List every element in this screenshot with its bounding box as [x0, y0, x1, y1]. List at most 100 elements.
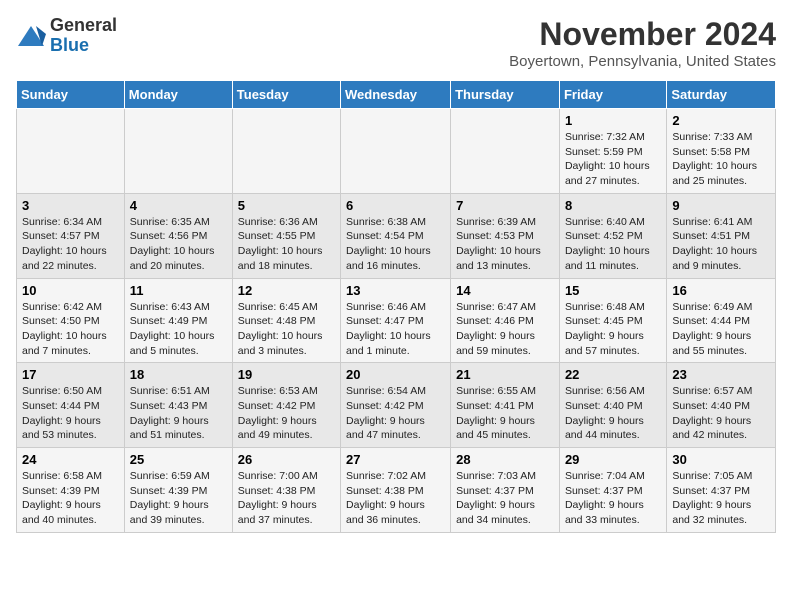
day-info: Sunrise: 6:45 AM Sunset: 4:48 PM Dayligh…: [238, 300, 335, 359]
day-number: 23: [672, 367, 770, 382]
header-row: Sunday Monday Tuesday Wednesday Thursday…: [17, 81, 776, 109]
day-info: Sunrise: 7:05 AM Sunset: 4:37 PM Dayligh…: [672, 469, 770, 528]
calendar-cell: 7Sunrise: 6:39 AM Sunset: 4:53 PM Daylig…: [451, 193, 560, 278]
day-number: 11: [130, 283, 227, 298]
day-info: Sunrise: 6:41 AM Sunset: 4:51 PM Dayligh…: [672, 215, 770, 274]
day-number: 28: [456, 452, 554, 467]
day-info: Sunrise: 7:00 AM Sunset: 4:38 PM Dayligh…: [238, 469, 335, 528]
day-number: 21: [456, 367, 554, 382]
calendar-cell: [17, 109, 125, 194]
day-number: 22: [565, 367, 661, 382]
col-friday: Friday: [559, 81, 666, 109]
calendar-cell: 25Sunrise: 6:59 AM Sunset: 4:39 PM Dayli…: [124, 448, 232, 533]
calendar-header: Sunday Monday Tuesday Wednesday Thursday…: [17, 81, 776, 109]
day-number: 7: [456, 198, 554, 213]
calendar-cell: 27 Sunrise: 7:02 AM Sunset: 4:38 PM Dayli…: [341, 448, 451, 533]
col-saturday: Saturday: [667, 81, 776, 109]
day-number: 8: [565, 198, 661, 213]
day-info: Sunrise: 6:55 AM Sunset: 4:41 PM Dayligh…: [456, 384, 554, 443]
day-number: 18: [130, 367, 227, 382]
calendar-cell: 15Sunrise: 6:48 AM Sunset: 4:45 PM Dayli…: [559, 278, 666, 363]
day-info: Sunrise: 7:04 AM Sunset: 4:37 PM Dayligh…: [565, 469, 661, 528]
calendar-cell: 14 Sunrise: 6:47 AM Sunset: 4:46 PM Dayli…: [451, 278, 560, 363]
calendar-cell: 19 Sunrise: 6:53 AM Sunset: 4:42 PM Dayli…: [232, 363, 340, 448]
calendar-cell: 29 Sunrise: 7:04 AM Sunset: 4:37 PM Dayli…: [559, 448, 666, 533]
day-number: 3: [22, 198, 119, 213]
calendar-cell: 21 Sunrise: 6:55 AM Sunset: 4:41 PM Dayli…: [451, 363, 560, 448]
day-info: Sunrise: 6:49 AM Sunset: 4:44 PM Dayligh…: [672, 300, 770, 359]
calendar-cell: 8Sunrise: 6:40 AM Sunset: 4:52 PM Daylig…: [559, 193, 666, 278]
col-sunday: Sunday: [17, 81, 125, 109]
day-number: 13: [346, 283, 445, 298]
calendar-cell: 18 Sunrise: 6:51 AM Sunset: 4:43 PM Dayli…: [124, 363, 232, 448]
day-info: Sunrise: 6:54 AM Sunset: 4:42 PM Dayligh…: [346, 384, 445, 443]
calendar-week-row: 24Sunrise: 6:58 AM Sunset: 4:39 PM Dayli…: [17, 448, 776, 533]
day-number: 25: [130, 452, 227, 467]
day-info: Sunrise: 6:46 AM Sunset: 4:47 PM Dayligh…: [346, 300, 445, 359]
day-number: 14: [456, 283, 554, 298]
day-info: Sunrise: 6:47 AM Sunset: 4:46 PM Dayligh…: [456, 300, 554, 359]
day-number: 29: [565, 452, 661, 467]
title-area: November 2024 Boyertown, Pennsylvania, U…: [509, 16, 776, 70]
day-info: Sunrise: 7:03 AM Sunset: 4:37 PM Dayligh…: [456, 469, 554, 528]
day-number: 12: [238, 283, 335, 298]
calendar-body: 1Sunrise: 7:32 AM Sunset: 5:59 PM Daylig…: [17, 109, 776, 533]
day-info: Sunrise: 7:33 AM Sunset: 5:58 PM Dayligh…: [672, 130, 770, 189]
day-info: Sunrise: 6:51 AM Sunset: 4:43 PM Dayligh…: [130, 384, 227, 443]
calendar-cell: 20 Sunrise: 6:54 AM Sunset: 4:42 PM Dayli…: [341, 363, 451, 448]
calendar-cell: 6 Sunrise: 6:38 AM Sunset: 4:54 PM Daylig…: [341, 193, 451, 278]
day-number: 20: [346, 367, 445, 382]
day-number: 27: [346, 452, 445, 467]
calendar-cell: [451, 109, 560, 194]
main-title: November 2024: [509, 16, 776, 53]
day-number: 24: [22, 452, 119, 467]
col-thursday: Thursday: [451, 81, 560, 109]
day-info: Sunrise: 6:35 AM Sunset: 4:56 PM Dayligh…: [130, 215, 227, 274]
calendar-table: Sunday Monday Tuesday Wednesday Thursday…: [16, 80, 776, 533]
day-info: Sunrise: 6:42 AM Sunset: 4:50 PM Dayligh…: [22, 300, 119, 359]
calendar-cell: 2 Sunrise: 7:33 AM Sunset: 5:58 PM Daylig…: [667, 109, 776, 194]
col-wednesday: Wednesday: [341, 81, 451, 109]
day-info: Sunrise: 6:43 AM Sunset: 4:49 PM Dayligh…: [130, 300, 227, 359]
calendar-cell: 12 Sunrise: 6:45 AM Sunset: 4:48 PM Dayli…: [232, 278, 340, 363]
calendar-cell: 24Sunrise: 6:58 AM Sunset: 4:39 PM Dayli…: [17, 448, 125, 533]
calendar-cell: 9 Sunrise: 6:41 AM Sunset: 4:51 PM Daylig…: [667, 193, 776, 278]
day-number: 2: [672, 113, 770, 128]
calendar-cell: 22Sunrise: 6:56 AM Sunset: 4:40 PM Dayli…: [559, 363, 666, 448]
day-number: 5: [238, 198, 335, 213]
calendar-week-row: 10Sunrise: 6:42 AM Sunset: 4:50 PM Dayli…: [17, 278, 776, 363]
calendar-cell: 26 Sunrise: 7:00 AM Sunset: 4:38 PM Dayli…: [232, 448, 340, 533]
day-info: Sunrise: 6:38 AM Sunset: 4:54 PM Dayligh…: [346, 215, 445, 274]
calendar-cell: 16Sunrise: 6:49 AM Sunset: 4:44 PM Dayli…: [667, 278, 776, 363]
calendar-week-row: 1Sunrise: 7:32 AM Sunset: 5:59 PM Daylig…: [17, 109, 776, 194]
subtitle: Boyertown, Pennsylvania, United States: [509, 53, 776, 70]
day-info: Sunrise: 6:57 AM Sunset: 4:40 PM Dayligh…: [672, 384, 770, 443]
day-info: Sunrise: 6:53 AM Sunset: 4:42 PM Dayligh…: [238, 384, 335, 443]
calendar-week-row: 17 Sunrise: 6:50 AM Sunset: 4:44 PM Dayli…: [17, 363, 776, 448]
calendar-week-row: 3 Sunrise: 6:34 AM Sunset: 4:57 PM Daylig…: [17, 193, 776, 278]
calendar-cell: 13 Sunrise: 6:46 AM Sunset: 4:47 PM Dayli…: [341, 278, 451, 363]
header: General Blue November 2024 Boyertown, Pe…: [16, 16, 776, 70]
col-monday: Monday: [124, 81, 232, 109]
calendar-cell: 23 Sunrise: 6:57 AM Sunset: 4:40 PM Dayli…: [667, 363, 776, 448]
calendar-cell: 17 Sunrise: 6:50 AM Sunset: 4:44 PM Dayli…: [17, 363, 125, 448]
day-info: Sunrise: 6:34 AM Sunset: 4:57 PM Dayligh…: [22, 215, 119, 274]
day-number: 17: [22, 367, 119, 382]
calendar-cell: 5Sunrise: 6:36 AM Sunset: 4:55 PM Daylig…: [232, 193, 340, 278]
calendar-cell: 11 Sunrise: 6:43 AM Sunset: 4:49 PM Dayli…: [124, 278, 232, 363]
calendar-cell: 1Sunrise: 7:32 AM Sunset: 5:59 PM Daylig…: [559, 109, 666, 194]
day-info: Sunrise: 7:02 AM Sunset: 4:38 PM Dayligh…: [346, 469, 445, 528]
calendar-cell: 28 Sunrise: 7:03 AM Sunset: 4:37 PM Dayli…: [451, 448, 560, 533]
calendar-cell: [341, 109, 451, 194]
logo-text-blue: Blue: [50, 35, 89, 55]
day-number: 6: [346, 198, 445, 213]
day-info: Sunrise: 6:50 AM Sunset: 4:44 PM Dayligh…: [22, 384, 119, 443]
day-number: 9: [672, 198, 770, 213]
calendar-cell: 4Sunrise: 6:35 AM Sunset: 4:56 PM Daylig…: [124, 193, 232, 278]
col-tuesday: Tuesday: [232, 81, 340, 109]
calendar-cell: [124, 109, 232, 194]
calendar-cell: 10Sunrise: 6:42 AM Sunset: 4:50 PM Dayli…: [17, 278, 125, 363]
day-number: 19: [238, 367, 335, 382]
day-number: 26: [238, 452, 335, 467]
day-info: Sunrise: 6:48 AM Sunset: 4:45 PM Dayligh…: [565, 300, 661, 359]
